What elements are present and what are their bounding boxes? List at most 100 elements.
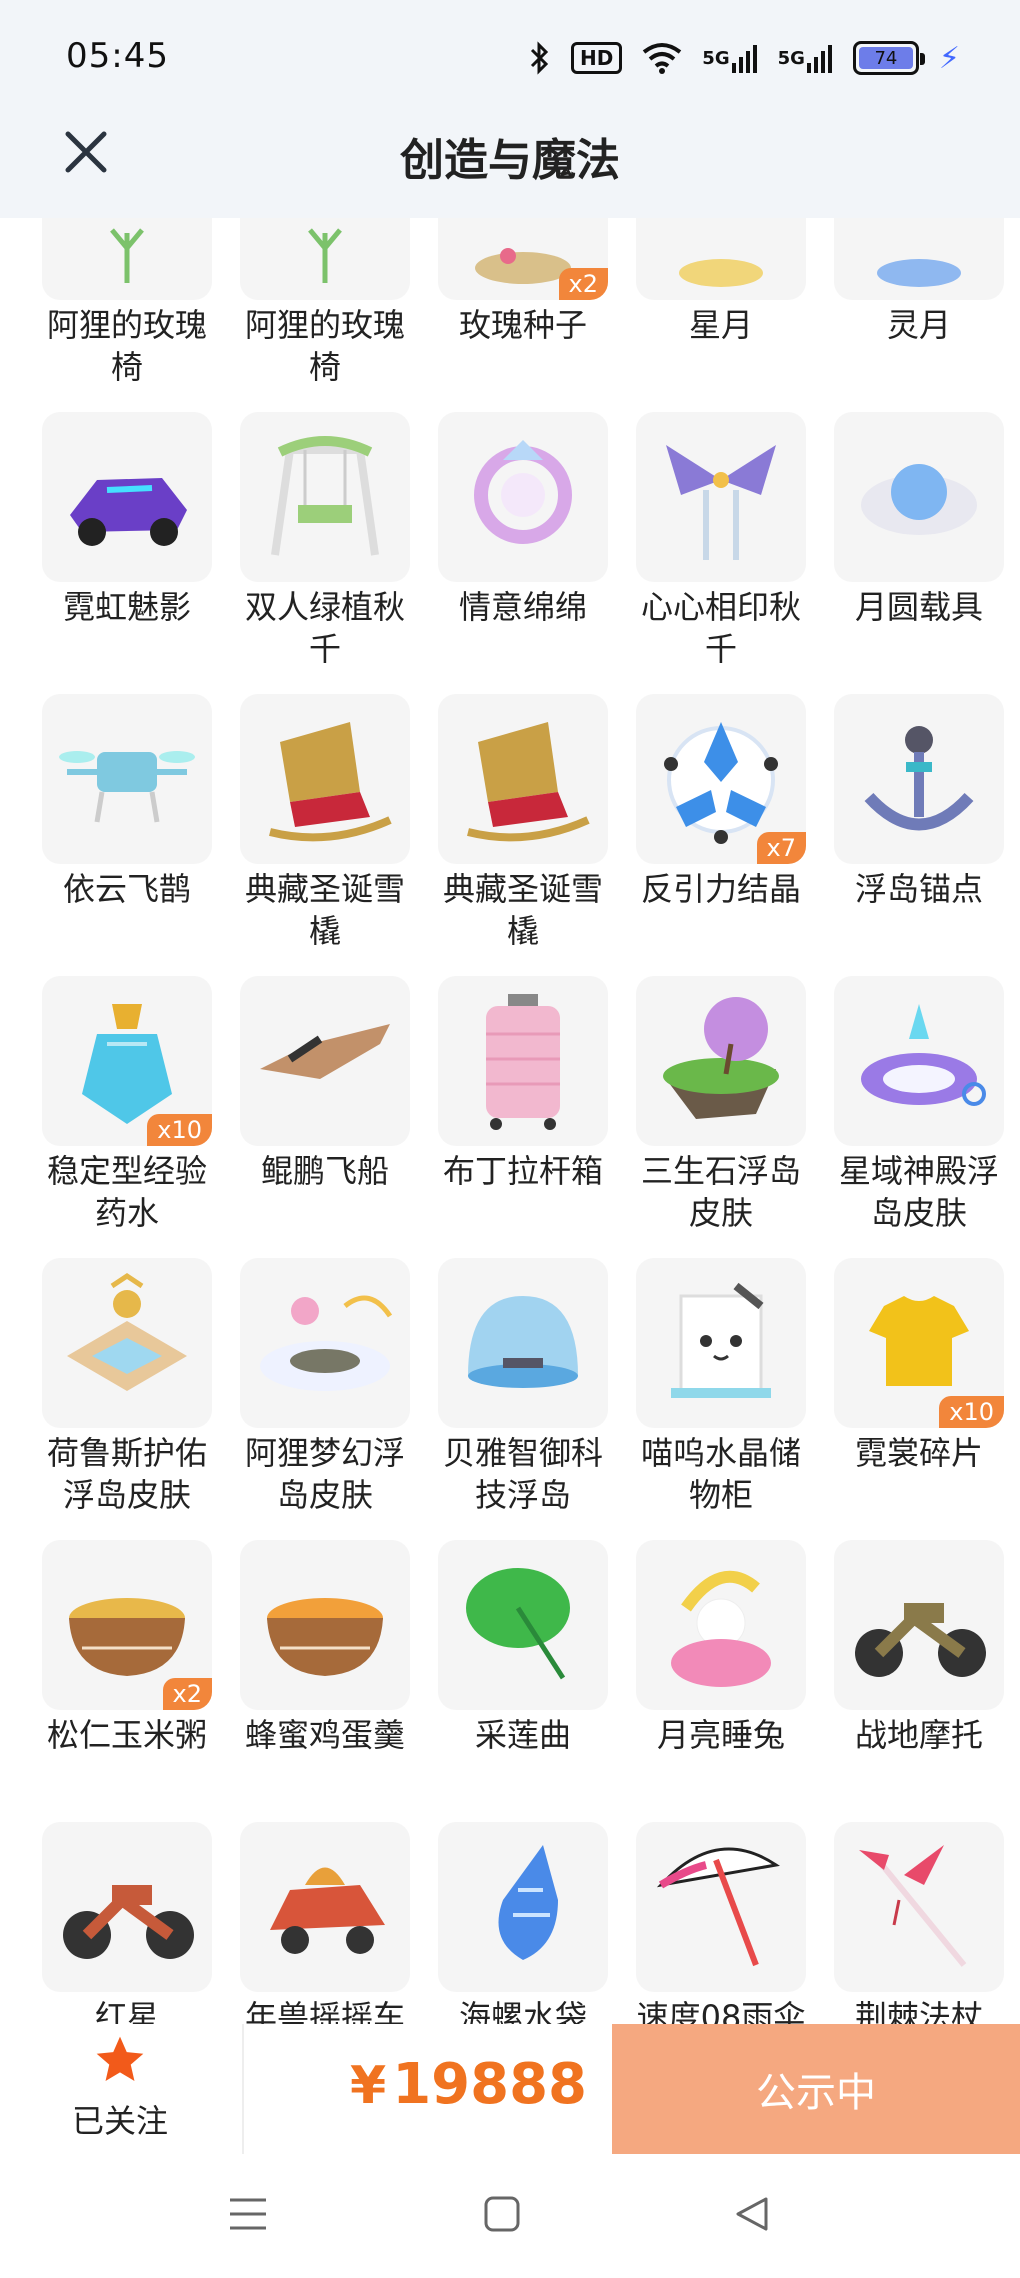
quantity-badge: x2 [558, 268, 608, 300]
item-card[interactable]: 三生石浮岛皮肤 [622, 976, 820, 1258]
item-label: 星域神殿浮岛皮肤 [838, 1152, 999, 1232]
drone-icon [52, 702, 202, 856]
item-card[interactable]: 情意绵绵 [424, 412, 622, 694]
back-nav-button[interactable] [722, 2184, 782, 2244]
orb-icon [844, 420, 994, 574]
follow-button[interactable]: 已关注 [60, 2032, 180, 2142]
item-label: 霓裳碎片 [854, 1434, 983, 1472]
item-label: 典藏圣诞雪橇 [244, 870, 405, 950]
item-card[interactable]: 阿狸梦幻浮岛皮肤 [226, 1258, 424, 1540]
public-status-button[interactable]: 公示中 [612, 2024, 1020, 2154]
item-label: 阿狸梦幻浮岛皮肤 [244, 1434, 405, 1514]
item-thumbnail [834, 694, 1004, 864]
item-grid-viewport[interactable]: 阿狸的玫瑰椅 阿狸的玫瑰椅 x2 玫瑰种子 星月 灵月 霓虹魅影 双人绿植秋千 情意绵绵 心心相印… [0, 218, 1020, 2024]
item-card[interactable]: 月圆载具 [820, 412, 1018, 694]
price: ¥19888 [350, 2052, 587, 2117]
item-card[interactable]: 喵呜水晶储物柜 [622, 1258, 820, 1540]
moto-icon [52, 1830, 202, 1984]
item-label: 松仁玉米粥 [46, 1716, 207, 1754]
status-time: 05:45 [66, 36, 169, 76]
charging-icon: ⚡ [938, 40, 960, 76]
item-card[interactable]: 荆棘法杖 [820, 1822, 1018, 2024]
item-card[interactable]: x10 霓裳碎片 [820, 1258, 1018, 1540]
item-row: 阿狸的玫瑰椅 阿狸的玫瑰椅 x2 玫瑰种子 星月 灵月 [0, 218, 1020, 412]
sled-icon [448, 702, 598, 856]
item-card[interactable]: 星域神殿浮岛皮肤 [820, 976, 1018, 1258]
temple-icon [52, 1266, 202, 1420]
menu-icon [230, 2198, 266, 2230]
item-row: x2 松仁玉米粥 蜂蜜鸡蛋羹 采莲曲 月亮睡兔 战地摩托 [0, 1540, 1020, 1822]
item-label: 反引力结晶 [640, 870, 801, 908]
item-row: x10 稳定型经验药水 鲲鹏飞船 布丁拉杆箱 三生石浮岛皮肤 星域神殿浮岛皮肤 [0, 976, 1020, 1258]
staff-icon [844, 1830, 994, 1984]
item-thumbnail [636, 1258, 806, 1428]
bowl-icon [250, 1548, 400, 1702]
item-card[interactable]: 采莲曲 [424, 1540, 622, 1822]
item-card[interactable]: x10 稳定型经验药水 [28, 976, 226, 1258]
item-thumbnail [42, 412, 212, 582]
item-card[interactable]: 速度08雨伞法杖 [622, 1822, 820, 2024]
item-card[interactable]: 依云飞鹊 [28, 694, 226, 976]
moon-icon [844, 218, 994, 292]
star-icon [96, 2036, 144, 2081]
signal-5g-icon: 5G [702, 43, 757, 73]
item-card[interactable]: 战地摩托 [820, 1540, 1018, 1822]
item-thumbnail: x7 [636, 694, 806, 864]
swing-icon [250, 420, 400, 574]
item-label: 阿狸的玫瑰椅 [46, 306, 207, 386]
item-card[interactable]: 霓虹魅影 [28, 412, 226, 694]
item-card[interactable]: 海螺水袋 [424, 1822, 622, 2024]
item-label: 情意绵绵 [458, 588, 587, 626]
item-card[interactable]: 典藏圣诞雪橇 [226, 694, 424, 976]
item-card[interactable]: 双人绿植秋千 [226, 412, 424, 694]
item-card[interactable]: 月亮睡兔 [622, 1540, 820, 1822]
item-card[interactable]: 心心相印秋千 [622, 412, 820, 694]
menu-nav-button[interactable] [218, 2184, 278, 2244]
car-icon [52, 420, 202, 574]
item-label: 蜂蜜鸡蛋羹 [244, 1716, 405, 1754]
item-card[interactable]: x2 玫瑰种子 [424, 218, 622, 412]
item-label: 依云飞鹊 [62, 870, 191, 908]
item-card[interactable]: 阿狸的玫瑰椅 [28, 218, 226, 412]
leaf-icon [448, 1548, 598, 1702]
item-thumbnail [240, 1258, 410, 1428]
home-nav-button[interactable] [472, 2184, 532, 2244]
item-thumbnail [240, 694, 410, 864]
system-nav-bar [0, 2154, 1020, 2278]
item-card[interactable]: 典藏圣诞雪橇 [424, 694, 622, 976]
item-label: 海螺水袋 [458, 1998, 587, 2024]
item-label: 月亮睡兔 [656, 1716, 785, 1754]
item-card[interactable]: 布丁拉杆箱 [424, 976, 622, 1258]
item-card[interactable]: 蜂蜜鸡蛋羹 [226, 1540, 424, 1822]
item-card[interactable]: 星月 [622, 218, 820, 412]
item-thumbnail [636, 1540, 806, 1710]
item-card[interactable]: 贝雅智御科技浮岛 [424, 1258, 622, 1540]
item-card[interactable]: 鲲鹏飞船 [226, 976, 424, 1258]
item-card[interactable]: 荷鲁斯护佑浮岛皮肤 [28, 1258, 226, 1540]
item-card[interactable]: 阿狸的玫瑰椅 [226, 218, 424, 412]
item-card[interactable]: 灵月 [820, 218, 1018, 412]
back-triangle-icon [736, 2197, 768, 2231]
item-card[interactable]: x7 反引力结晶 [622, 694, 820, 976]
item-card[interactable]: x2 松仁玉米粥 [28, 1540, 226, 1822]
item-card[interactable]: 红星 [28, 1822, 226, 2024]
item-thumbnail [240, 1540, 410, 1710]
item-thumbnail [240, 1822, 410, 1992]
item-card[interactable]: 年兽摇摇车 [226, 1822, 424, 2024]
status-bar: 05:45 HD 5G 5G 74 ⚡ [0, 0, 1020, 118]
item-label: 三生石浮岛皮肤 [640, 1152, 801, 1232]
item-row: 红星 年兽摇摇车 海螺水袋 速度08雨伞法杖 荆棘法杖 [0, 1822, 1020, 2024]
item-thumbnail [834, 218, 1004, 300]
item-card[interactable]: 浮岛锚点 [820, 694, 1018, 976]
item-label: 荷鲁斯护佑浮岛皮肤 [46, 1434, 207, 1514]
follow-label: 已关注 [71, 2102, 168, 2140]
item-thumbnail [834, 1540, 1004, 1710]
item-thumbnail [636, 976, 806, 1146]
item-label: 稳定型经验药水 [46, 1152, 207, 1232]
quantity-badge: x10 [147, 1114, 212, 1146]
item-label: 布丁拉杆箱 [442, 1152, 603, 1190]
ship-icon [250, 984, 400, 1138]
shell-icon [448, 1830, 598, 1984]
item-label: 心心相印秋千 [640, 588, 801, 668]
item-label: 双人绿植秋千 [244, 588, 405, 668]
